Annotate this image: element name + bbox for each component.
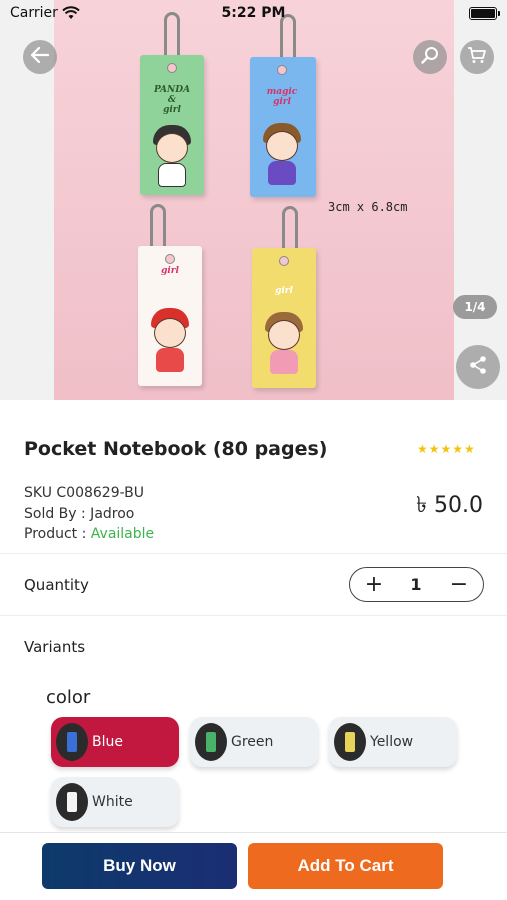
variant-label: White — [92, 794, 133, 810]
variant-chip-white[interactable]: White — [51, 777, 179, 827]
product-photo: PANDA & girl magic girl girl girl 3cm x … — [54, 0, 454, 400]
notebook-white: girl — [138, 246, 202, 386]
product-title: Pocket Notebook (80 pages) — [24, 438, 328, 460]
search-button[interactable] — [413, 40, 447, 74]
punch-hole — [165, 254, 175, 264]
quantity-label: Quantity — [24, 576, 89, 594]
size-annotation: 3cm x 6.8cm — [328, 200, 408, 214]
clock: 5:22 PM — [221, 5, 286, 21]
availability-label: Product : — [24, 526, 91, 542]
buy-now-button[interactable]: Buy Now — [42, 843, 237, 889]
back-arrow-icon — [30, 46, 50, 67]
product-sku: SKU C008629-BU — [24, 485, 145, 501]
quantity-stepper: + 1 − — [349, 567, 484, 602]
illustration-body — [156, 348, 184, 372]
share-button[interactable] — [456, 345, 500, 389]
variant-chip-yellow[interactable]: Yellow — [329, 717, 457, 767]
product-price: ৳ 50.0 — [416, 493, 483, 518]
color-group-label: color — [46, 687, 91, 708]
punch-hole — [277, 65, 287, 75]
cart-icon — [467, 46, 487, 68]
illustration-face — [266, 131, 298, 161]
notebook-text-girl-2: girl — [275, 286, 293, 296]
variant-thumbnail — [334, 723, 366, 761]
notebook-text-girl-1: girl — [161, 266, 179, 276]
punch-hole — [167, 63, 177, 73]
divider — [0, 553, 507, 554]
cart-button[interactable] — [460, 40, 494, 74]
product-availability: Product : Available — [24, 526, 154, 542]
variant-thumbnail — [56, 783, 88, 821]
search-icon — [421, 46, 439, 68]
variant-label: Green — [231, 734, 274, 750]
add-to-cart-button[interactable]: Add To Cart — [248, 843, 443, 889]
back-button[interactable] — [23, 40, 57, 74]
decrease-quantity-button[interactable]: − — [439, 568, 479, 600]
status-bar: Carrier 5:22 PM — [0, 0, 507, 28]
notebook-yellow: girl — [252, 248, 316, 388]
variant-chip-blue[interactable]: Blue — [51, 717, 179, 767]
battery-icon — [469, 7, 500, 20]
gallery-page-indicator: 1/4 — [453, 295, 497, 319]
increase-quantity-button[interactable]: + — [354, 568, 394, 600]
variant-thumbnail — [56, 723, 88, 761]
variants-label: Variants — [24, 638, 86, 656]
variant-label: Blue — [92, 734, 123, 750]
quantity-value: 1 — [410, 575, 422, 594]
product-seller: Sold By : Jadroo — [24, 506, 135, 522]
availability-value: Available — [90, 526, 155, 542]
notebook-text-panda: PANDA & girl — [153, 85, 191, 115]
variant-chip-green[interactable]: Green — [190, 717, 318, 767]
share-icon — [468, 355, 488, 379]
illustration-body — [268, 161, 296, 185]
product-image-gallery[interactable]: PANDA & girl magic girl girl girl 3cm x … — [0, 0, 507, 400]
rating-stars: ★★★★★ — [417, 442, 476, 456]
illustration-body — [158, 163, 186, 187]
illustration-face — [154, 318, 186, 348]
divider — [0, 615, 507, 616]
notebook-blue: magic girl — [250, 57, 316, 197]
variant-label: Yellow — [370, 734, 414, 750]
notebook-green: PANDA & girl — [140, 55, 204, 195]
illustration-face — [156, 133, 188, 163]
variant-thumbnail — [195, 723, 227, 761]
notebook-text-magic: magic girl — [266, 87, 298, 107]
punch-hole — [279, 256, 289, 266]
illustration-face — [268, 320, 300, 350]
illustration-body — [270, 350, 298, 374]
